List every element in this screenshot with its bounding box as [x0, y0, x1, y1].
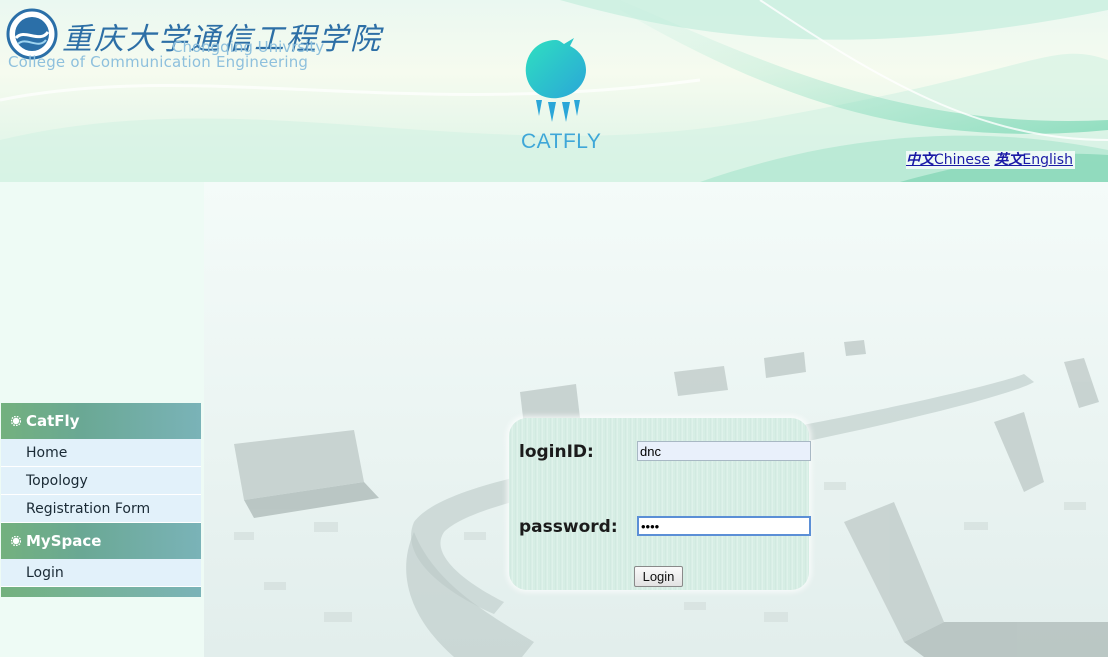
menu-group-title: CatFly	[26, 412, 80, 430]
left-column: CatFly Home Topology Registration Form M…	[0, 182, 204, 657]
english-glyph: 英文	[994, 152, 1023, 168]
menu-footer-bar	[1, 587, 201, 597]
menu-group-catfly: CatFly	[1, 403, 201, 439]
chinese-label: Chinese	[934, 152, 990, 168]
header-banner: 重庆大学通信工程学院 Chongqing Univrsity College o…	[0, 0, 1108, 182]
sidebar-menu: CatFly Home Topology Registration Form M…	[1, 403, 201, 597]
sidebar-item-registration-form[interactable]: Registration Form	[1, 495, 201, 523]
catfly-cat-logo	[525, 38, 586, 122]
chinese-glyph: 中文	[906, 152, 934, 168]
gear-icon	[11, 416, 21, 426]
lang-english-link[interactable]: 英文English	[994, 152, 1073, 168]
gear-icon	[11, 536, 21, 546]
sidebar-item-login[interactable]: Login	[1, 559, 201, 587]
language-switcher: 中文Chinese 英文English	[906, 151, 1075, 169]
college-english-name: College of Communication Engineering	[8, 53, 309, 71]
english-label: English	[1022, 152, 1073, 168]
menu-group-title: MySpace	[26, 532, 102, 550]
menu-group-myspace: MySpace	[1, 523, 201, 559]
lang-chinese-link[interactable]: 中文Chinese	[906, 152, 990, 168]
sidebar-item-topology[interactable]: Topology	[1, 467, 201, 495]
catfly-wordmark: CATFLY	[521, 130, 602, 153]
password-label: password:	[519, 517, 618, 537]
login-id-input[interactable]	[637, 441, 811, 461]
sidebar-item-home[interactable]: Home	[1, 439, 201, 467]
password-input[interactable]	[637, 516, 811, 536]
login-id-label: loginID:	[519, 442, 594, 462]
login-submit-button[interactable]: Login	[634, 566, 683, 587]
